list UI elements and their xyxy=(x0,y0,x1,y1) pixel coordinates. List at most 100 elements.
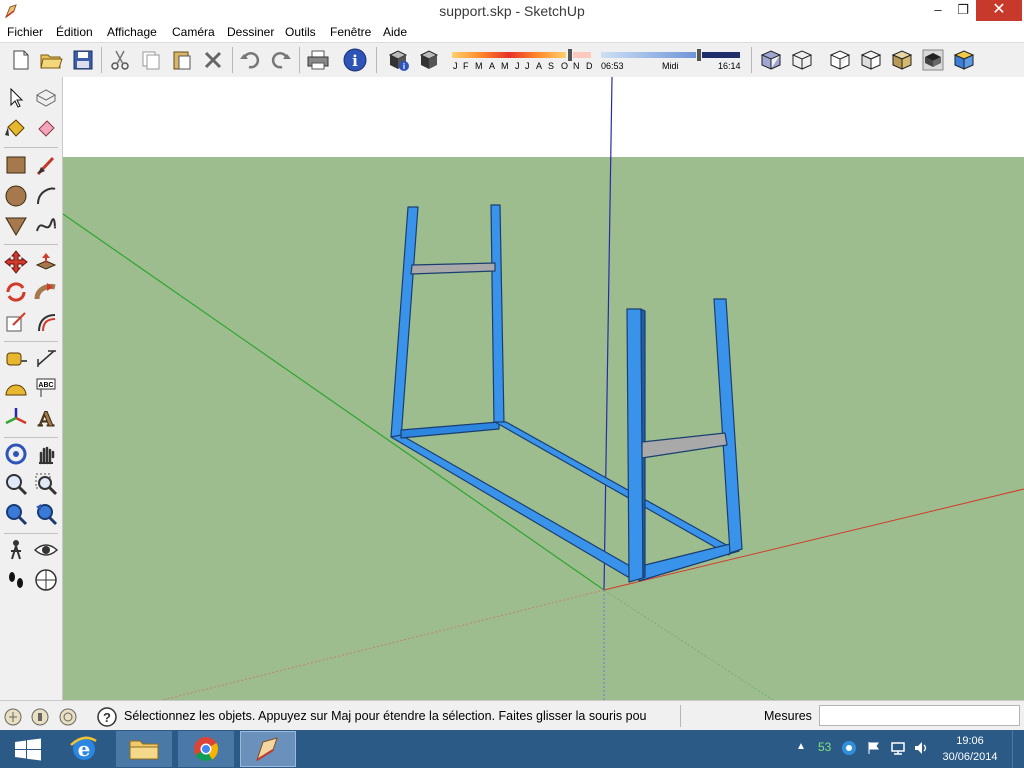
menu-outils[interactable]: Outils xyxy=(285,25,316,39)
chrome-icon[interactable] xyxy=(178,731,234,767)
iso-view-icon[interactable] xyxy=(951,47,977,73)
polygon-icon[interactable] xyxy=(3,213,29,239)
tray-expand-icon[interactable]: ▲ xyxy=(796,741,806,752)
paint-bucket-icon[interactable] xyxy=(3,115,29,141)
section-plane-icon[interactable] xyxy=(33,567,59,593)
position-camera-icon[interactable] xyxy=(3,537,29,563)
menu-affichage[interactable]: Affichage xyxy=(107,25,157,39)
menu-fenetre[interactable]: Fenêtre xyxy=(330,25,371,39)
tape-measure-icon[interactable] xyxy=(3,345,29,371)
hidden-line-icon[interactable] xyxy=(827,47,853,73)
sign-in-icon[interactable] xyxy=(59,708,77,726)
walk-icon[interactable] xyxy=(3,567,29,593)
main-toolbar: i i J F M A M J J A S O N D 06:53 Midi 1… xyxy=(0,42,1024,78)
menu-fichier[interactable]: Fichier xyxy=(7,25,43,39)
previous-view-icon[interactable] xyxy=(33,501,59,527)
scene-canvas[interactable] xyxy=(63,77,1024,700)
save-icon[interactable] xyxy=(70,47,96,73)
menu-camera[interactable]: Caméra xyxy=(172,25,215,39)
shadow-date-thumb[interactable] xyxy=(568,49,572,61)
print-icon[interactable] xyxy=(305,47,331,73)
zoom-extents-icon[interactable] xyxy=(3,501,29,527)
erase-x-icon[interactable] xyxy=(200,47,226,73)
svg-text:A: A xyxy=(37,407,54,431)
tray-flag-icon[interactable] xyxy=(866,740,882,756)
close-button[interactable]: ✕ xyxy=(976,0,1022,21)
follow-me-icon[interactable] xyxy=(33,279,59,305)
pan-icon[interactable] xyxy=(33,441,59,467)
show-desktop-button[interactable] xyxy=(1012,730,1024,768)
credits-icon[interactable] xyxy=(31,708,49,726)
month-label: O xyxy=(561,61,569,71)
push-pull-icon[interactable] xyxy=(33,249,59,275)
protractor-icon[interactable] xyxy=(3,375,29,401)
title-bar: support.skp - SketchUp – ❐ ✕ xyxy=(0,0,1024,22)
tray-clock-time[interactable]: 19:06 xyxy=(940,735,1000,747)
svg-text:i: i xyxy=(403,62,405,71)
tray-volume-icon[interactable] xyxy=(913,740,929,756)
orbit-icon[interactable] xyxy=(3,441,29,467)
shadow-date-track-end xyxy=(573,52,591,58)
open-folder-icon[interactable] xyxy=(38,47,64,73)
windows-start-icon[interactable] xyxy=(0,731,56,767)
wireframe-icon[interactable] xyxy=(789,47,815,73)
eraser-icon[interactable] xyxy=(33,115,59,141)
measures-input[interactable] xyxy=(819,705,1020,726)
line-icon[interactable] xyxy=(33,152,59,178)
help-icon[interactable]: ? xyxy=(97,707,117,727)
shadow-date-slider[interactable] xyxy=(452,52,566,58)
tray-sync-icon[interactable] xyxy=(841,740,857,756)
tray-clock-date[interactable]: 30/06/2014 xyxy=(940,751,1000,763)
shaded-textures-icon[interactable] xyxy=(889,47,915,73)
menu-dessiner[interactable]: Dessiner xyxy=(227,25,274,39)
tray-battery-level[interactable]: 53 xyxy=(818,740,831,754)
axes-icon[interactable] xyxy=(3,405,29,431)
undo-icon[interactable] xyxy=(237,47,263,73)
sketchup-icon[interactable] xyxy=(240,731,296,767)
redo-icon[interactable] xyxy=(268,47,294,73)
geolocation-icon[interactable] xyxy=(4,708,22,726)
circle-icon[interactable] xyxy=(3,183,29,209)
model-info-icon[interactable]: i xyxy=(342,47,368,73)
cut-icon[interactable] xyxy=(107,47,133,73)
tray-network-icon[interactable] xyxy=(890,740,906,756)
status-hint: Sélectionnez les objets. Appuyez sur Maj… xyxy=(124,709,647,723)
zoom-icon[interactable] xyxy=(3,471,29,497)
month-label: S xyxy=(548,61,555,71)
look-around-icon[interactable] xyxy=(33,537,59,563)
post-front-left[interactable] xyxy=(626,308,644,583)
shadow-toggle-icon[interactable] xyxy=(417,47,443,73)
model-viewport[interactable] xyxy=(63,77,1024,700)
monochrome-icon[interactable] xyxy=(920,47,946,73)
freehand-icon[interactable] xyxy=(33,213,59,239)
rotate-icon[interactable] xyxy=(3,279,29,305)
ground xyxy=(63,157,1024,700)
paste-icon[interactable] xyxy=(169,47,195,73)
shadow-time-slider[interactable] xyxy=(601,52,696,58)
scale-icon[interactable] xyxy=(3,309,29,335)
make-component-icon[interactable] xyxy=(33,85,59,111)
move-icon[interactable] xyxy=(3,249,29,275)
file-explorer-icon[interactable] xyxy=(116,731,172,767)
xray-icon[interactable] xyxy=(758,47,784,73)
menu-edition[interactable]: Édition xyxy=(56,25,93,39)
menu-aide[interactable]: Aide xyxy=(383,25,407,39)
new-file-icon[interactable] xyxy=(8,47,34,73)
shaded-icon[interactable] xyxy=(858,47,884,73)
internet-explorer-icon[interactable]: e xyxy=(56,731,112,767)
dimension-icon[interactable] xyxy=(33,345,59,371)
month-label: A xyxy=(536,61,543,71)
shadow-time-start: 06:53 xyxy=(601,61,624,71)
select-icon[interactable] xyxy=(3,85,29,111)
3d-text-icon[interactable]: A xyxy=(33,405,59,432)
rectangle-icon[interactable] xyxy=(3,152,29,178)
restore-button[interactable]: ❐ xyxy=(946,0,980,21)
copy-icon[interactable] xyxy=(138,47,164,73)
offset-icon[interactable] xyxy=(33,309,59,335)
shadow-settings-icon[interactable]: i xyxy=(386,47,412,73)
arc-icon[interactable] xyxy=(33,183,59,209)
status-bar: ? Sélectionnez les objets. Appuyez sur M… xyxy=(0,700,1024,731)
shadow-time-thumb[interactable] xyxy=(697,49,701,61)
text-icon[interactable]: ABC xyxy=(33,375,59,401)
zoom-window-icon[interactable] xyxy=(33,471,59,497)
